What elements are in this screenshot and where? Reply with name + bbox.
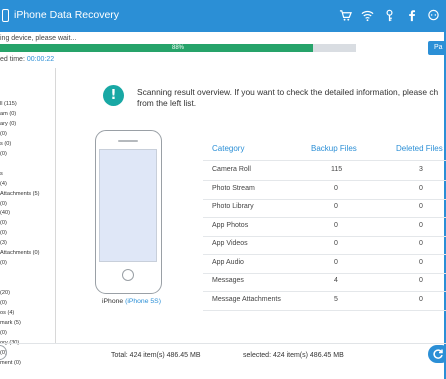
category-cell: App Photos [212,221,249,229]
facebook-icon[interactable] [405,8,418,22]
refresh-icon [433,349,443,359]
scan-progress-bar: 88% [0,44,356,52]
title-icons [339,8,440,22]
table-row: Messages 4 0 [203,273,446,292]
sidebar-item[interactable]: (40) [0,210,10,216]
table-row: Camera Roll 115 3 [203,162,446,181]
sidebar-item[interactable]: Attachments (5) [0,191,39,197]
sidebar-item[interactable]: (0) [0,260,7,266]
sidebar-item[interactable]: (0) [0,220,7,226]
elapsed-label: ed time: [0,56,27,63]
deleted-count-cell: 0 [419,277,423,284]
backup-count-cell: 5 [334,295,338,303]
sidebar-item[interactable]: s (0) [0,141,11,147]
sidebar-item[interactable]: (4) [0,181,7,187]
table-row: Message Attachments 5 0 [203,292,446,311]
sidebar-item[interactable]: am (0) [0,111,16,117]
sidebar-item[interactable]: (0) [0,201,7,207]
deleted-count-cell: 0 [419,240,423,247]
deleted-count-cell: 0 [419,258,423,266]
key-icon[interactable] [383,8,396,22]
info-icon: ! [103,85,124,106]
deleted-count-cell: 3 [419,166,423,173]
footer-divider [0,343,446,344]
backup-count-cell: 0 [334,240,338,247]
device-caption: iPhone (iPhone 5S) [102,298,161,305]
chat-icon[interactable] [427,8,440,22]
pause-button[interactable]: Pa [428,41,446,55]
backup-count-cell: 0 [334,258,338,266]
backup-count-cell: 0 [334,221,338,229]
sidebar-item[interactable]: (3) [0,240,7,246]
back-button[interactable] [0,345,7,360]
device-label: iPhone [102,298,124,305]
sidebar-item[interactable]: os (4) [0,310,14,316]
table-row: Photo Library 0 0 [203,199,446,218]
sidebar-item[interactable]: (20) [0,290,10,296]
backup-count-cell: 0 [334,203,338,210]
elapsed-time: ed time: 00:00:22 [0,56,54,63]
sidebar-item[interactable]: ment (0) [0,360,21,366]
deleted-count-cell: 0 [419,203,423,210]
phone-illustration [95,130,162,294]
backup-count-cell: 4 [334,277,338,284]
category-cell: Photo Library [212,203,254,210]
recover-button[interactable] [428,345,446,363]
scan-status: ing device, please wait... [0,35,77,42]
sidebar-item[interactable]: (0) [0,131,7,137]
sidebar-item[interactable]: s [0,171,3,177]
overview-message: Scanning result overview. If you want to… [137,87,446,109]
footer-total: Total: 424 item(s) 486.45 MB [111,352,201,359]
wifi-icon[interactable] [361,8,374,22]
table-row: App Audio 0 0 [203,255,446,274]
sidebar-item[interactable]: (0) [0,151,7,157]
table-row: Photo Stream 0 0 [203,181,446,200]
overview-message-line1: Scanning result overview. If you want to… [137,87,439,97]
overview-message-line2: from the left list. [137,98,197,108]
category-cell: Camera Roll [212,166,251,173]
title-bar: iPhone Data Recovery [0,0,446,32]
table-header-row [203,141,446,161]
phone-speaker [118,140,138,142]
category-cell: Message Attachments [212,295,281,303]
sidebar-item[interactable]: (0) [0,330,7,336]
elapsed-value: 00:00:22 [26,56,55,63]
sidebar-item[interactable]: (0) [0,300,7,306]
category-cell: App Audio [212,258,244,266]
sidebar-item[interactable]: (0) [0,230,7,236]
table-row: App Videos 0 0 [203,236,446,255]
sidebar-item[interactable]: ary (0) [0,121,16,127]
app-title: iPhone Data Recovery [14,9,120,21]
deleted-count-cell: 0 [419,184,423,192]
device-model: (iPhone 5S) [125,298,161,305]
footer-selected: selected: 424 item(s) 486.45 MB [243,352,344,359]
category-cell: Messages [212,277,244,284]
backup-count-cell: 0 [334,184,338,192]
backup-count-cell: 115 [331,166,343,173]
category-sidebar: ll (115) am (0) ary (0) (0) s (0) (0) s (4) Atta… [0,68,56,366]
sidebar-item[interactable]: Attachments (0) [0,250,39,256]
table-row: App Photos 0 0 [203,218,446,237]
phone-home-button [122,269,134,281]
sidebar-item[interactable]: ll (115) [0,101,17,107]
phone-icon [2,9,9,22]
deleted-count-cell: 0 [419,295,423,303]
category-cell: Photo Stream [212,184,255,192]
phone-screen [99,149,157,262]
category-cell: App Videos [212,240,248,247]
cart-icon[interactable] [339,8,352,22]
progress-percent: 88% [171,45,184,51]
sidebar-item[interactable]: mark (5) [0,320,21,326]
deleted-count-cell: 0 [419,221,423,229]
